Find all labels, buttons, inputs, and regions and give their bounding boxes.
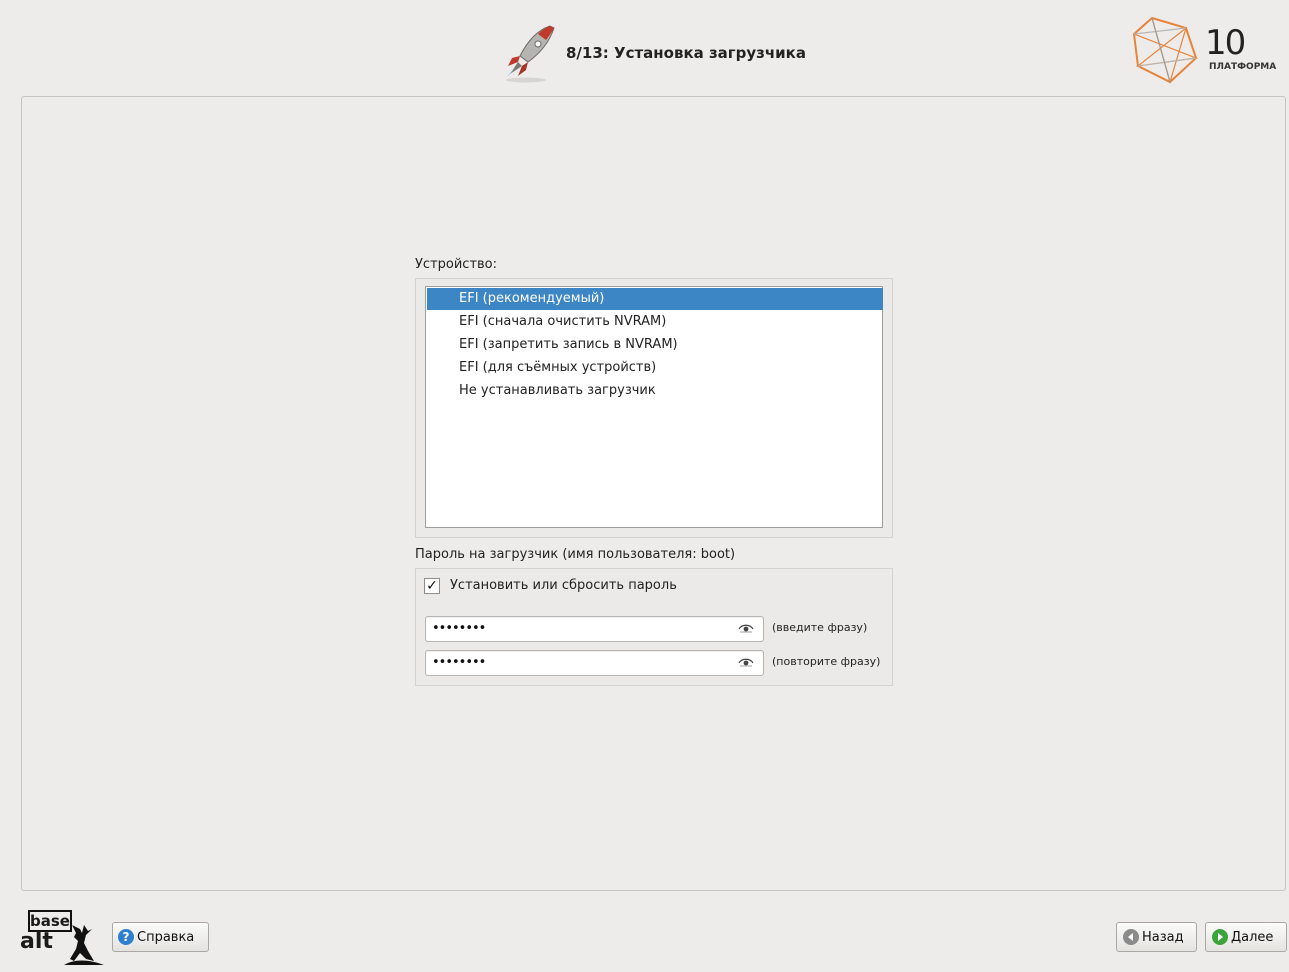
next-button[interactable]: Далее bbox=[1205, 922, 1287, 952]
password-confirm-value: •••••••• bbox=[432, 655, 486, 670]
list-item-efi-recommended[interactable]: EFI (рекомендуемый) bbox=[427, 288, 883, 310]
list-item-efi-no-nvram-write[interactable]: EFI (запретить запись в NVRAM) bbox=[427, 334, 678, 356]
brand-bottom: alt bbox=[20, 929, 53, 954]
back-button-label: Назад bbox=[1142, 929, 1184, 945]
password-hint: (введите фразу) bbox=[772, 621, 868, 634]
logo-word: ПЛАТФОРМА bbox=[1209, 62, 1277, 72]
device-list[interactable]: EFI (рекомендуемый) EFI (сначала очистит… bbox=[425, 286, 883, 528]
help-button[interactable]: ? Справка bbox=[112, 922, 209, 952]
list-item-efi-clear-nvram[interactable]: EFI (сначала очистить NVRAM) bbox=[427, 311, 666, 333]
rocket-icon bbox=[506, 25, 555, 83]
password-confirm-hint: (повторите фразу) bbox=[772, 655, 881, 668]
list-item-efi-removable[interactable]: EFI (для съёмных устройств) bbox=[427, 357, 656, 379]
device-label: Устройство: bbox=[415, 257, 498, 272]
password-input-value: •••••••• bbox=[432, 621, 486, 636]
platform-logo: 10 ПЛАТФОРМА bbox=[1130, 14, 1289, 86]
list-item-no-bootloader[interactable]: Не устанавливать загрузчик bbox=[427, 380, 656, 402]
eye-icon[interactable] bbox=[738, 657, 754, 669]
arrow-left-icon bbox=[1123, 929, 1139, 945]
password-input[interactable]: •••••••• bbox=[425, 616, 764, 642]
crystal-logo-icon bbox=[1132, 16, 1199, 85]
set-password-checkbox[interactable]: ✓ bbox=[424, 578, 440, 594]
eye-icon[interactable] bbox=[738, 623, 754, 635]
set-password-checkbox-label[interactable]: Установить или сбросить пароль bbox=[450, 578, 677, 593]
password-confirm-input[interactable]: •••••••• bbox=[425, 650, 764, 676]
page-title: 8/13: Установка загрузчика bbox=[566, 44, 806, 62]
basealt-logo: base alt bbox=[20, 907, 106, 969]
back-button[interactable]: Назад bbox=[1116, 922, 1197, 952]
arrow-right-icon bbox=[1212, 929, 1228, 945]
header: 8/13: Установка загрузчика 10 ПЛАТФОРМА bbox=[0, 0, 1289, 92]
logo-number: 10 bbox=[1205, 23, 1246, 63]
help-icon: ? bbox=[118, 929, 134, 945]
title-area: 8/13: Установка загрузчика bbox=[498, 22, 806, 84]
help-button-label: Справка bbox=[137, 929, 195, 945]
next-button-label: Далее bbox=[1231, 929, 1274, 945]
deer-icon bbox=[64, 925, 104, 965]
password-label: Пароль на загрузчик (имя пользователя: b… bbox=[415, 547, 736, 562]
